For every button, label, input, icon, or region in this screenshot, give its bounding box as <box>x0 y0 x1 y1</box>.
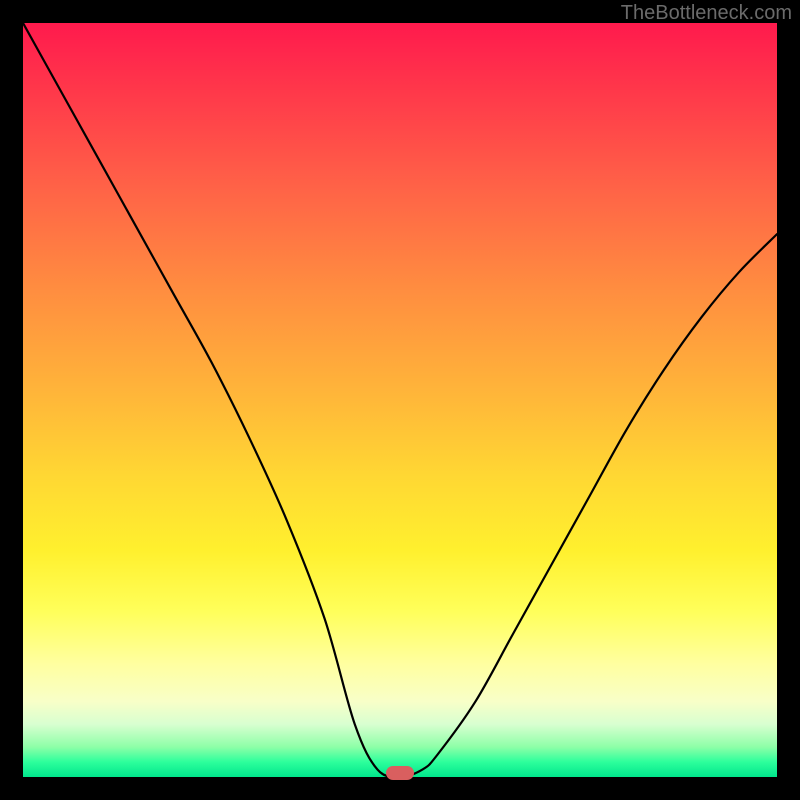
watermark-text: TheBottleneck.com <box>621 2 792 25</box>
optimal-point-marker <box>386 766 414 780</box>
bottleneck-curve <box>23 23 777 777</box>
